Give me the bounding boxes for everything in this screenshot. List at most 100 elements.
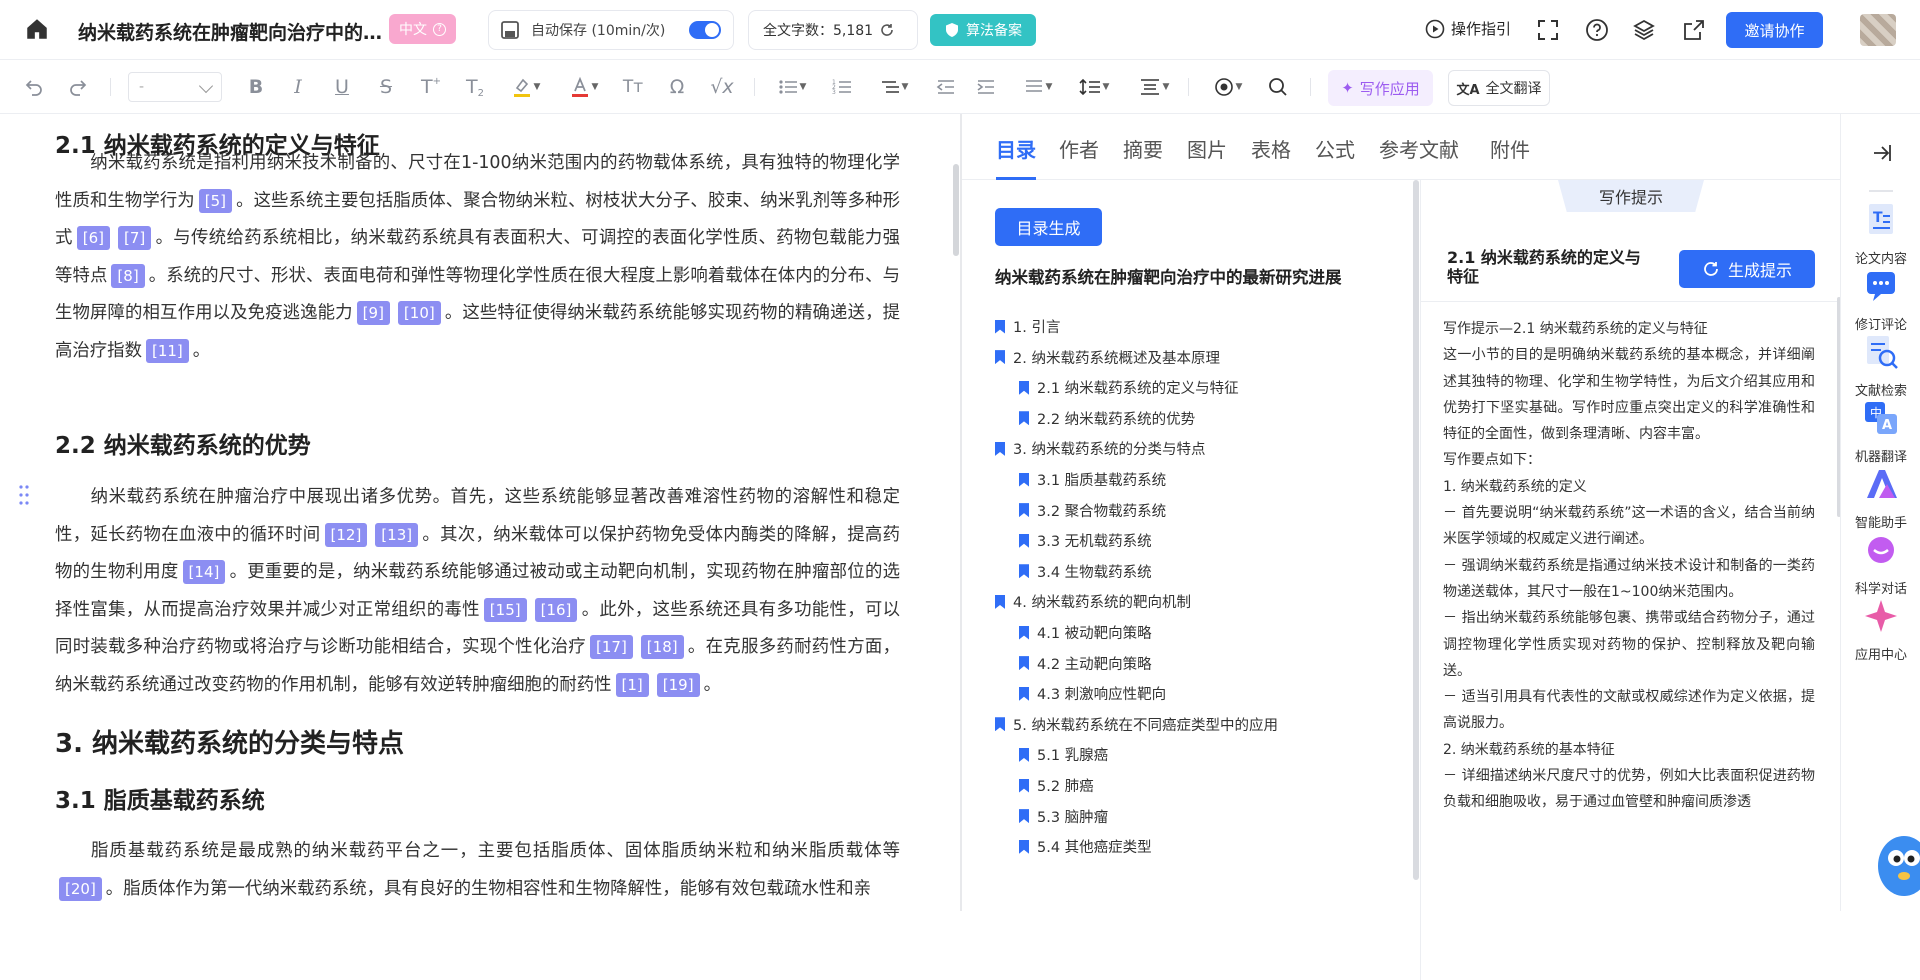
citation-badge[interactable]: [11]	[145, 338, 189, 363]
redo-icon[interactable]	[66, 74, 90, 100]
citation-badge[interactable]: [10]	[397, 301, 441, 325]
algorithm-filing-button[interactable]: 算法备案	[930, 14, 1036, 46]
subscript-icon[interactable]: T2	[462, 74, 488, 100]
rail-item[interactable]: 修订评论	[1841, 266, 1920, 333]
toc-item[interactable]: 1. 引言	[995, 316, 1060, 337]
citation-badge[interactable]: [7]	[117, 226, 152, 250]
paragraph-3-1[interactable]: 脂质基载药系统是最成熟的纳米载药平台之一，主要包括脂质体、固体脂质纳米粒和纳米脂…	[55, 833, 900, 908]
toc-item[interactable]: 3.3 无机载药系统	[1019, 530, 1152, 551]
rail-item[interactable]: 科学对话	[1841, 530, 1920, 597]
toc-scrollbar[interactable]	[1413, 180, 1419, 880]
multilevel-list-icon[interactable]: ▼	[876, 74, 912, 100]
undo-icon[interactable]	[22, 74, 46, 100]
citation-badge[interactable]: [17]	[590, 635, 633, 659]
tab-1[interactable]: 作者	[1059, 134, 1099, 163]
search-icon[interactable]	[1266, 74, 1290, 100]
collapse-panel-icon[interactable]	[1871, 142, 1893, 164]
tab-4[interactable]: 表格	[1251, 134, 1291, 163]
citation-badge[interactable]: [18]	[640, 635, 684, 659]
citation-badge[interactable]: [14]	[182, 560, 226, 584]
line-spacing-icon[interactable]: ▼	[1074, 74, 1114, 100]
toc-item[interactable]: 5.1 乳腺癌	[1019, 744, 1108, 765]
bold-icon[interactable]: B	[244, 74, 268, 100]
citation-badge[interactable]: [9]	[356, 301, 390, 325]
toc-item[interactable]: 3.4 生物载药系统	[1019, 561, 1152, 582]
tab-7[interactable]: 附件	[1490, 134, 1530, 163]
citation-badge[interactable]: [16]	[534, 597, 578, 622]
generate-toc-button[interactable]: 目录生成	[995, 208, 1102, 246]
home-icon[interactable]	[24, 16, 50, 42]
citation-badge[interactable]: [1]	[615, 672, 649, 697]
toc-item[interactable]: 2. 纳米载药系统概述及基本原理	[995, 347, 1220, 368]
tab-3[interactable]: 图片	[1187, 134, 1227, 163]
indent-icon[interactable]	[974, 74, 998, 100]
toc-item[interactable]: 4. 纳米载药系统的靶向机制	[995, 591, 1191, 612]
document-title[interactable]: 纳米载药系统在肿瘤靶向治疗中的…	[78, 18, 382, 45]
generate-hint-button[interactable]: 生成提示	[1679, 250, 1815, 288]
toc-item[interactable]: 2.2 纳米载药系统的优势	[1019, 408, 1195, 429]
share-icon[interactable]	[1682, 18, 1706, 42]
superscript-icon[interactable]: T +	[418, 74, 444, 100]
highlight-icon[interactable]: ▼	[508, 74, 544, 100]
toc-item[interactable]: 3.2 聚合物载药系统	[1019, 500, 1166, 521]
tab-6[interactable]: 参考文献	[1379, 134, 1459, 163]
clear-format-icon[interactable]: Tт	[620, 74, 646, 100]
tab-2[interactable]: 摘要	[1123, 134, 1163, 163]
rail-item[interactable]: 中 A 机器翻译	[1841, 398, 1920, 465]
drag-handle-icon[interactable]	[18, 484, 30, 506]
paragraph-spacing-icon[interactable]: ▼	[1134, 74, 1174, 100]
invite-collaborate-button[interactable]: 邀请协作	[1726, 12, 1823, 48]
toc-item[interactable]: 4.1 被动靶向策略	[1019, 622, 1152, 643]
citation-badge[interactable]: [5]	[198, 188, 233, 213]
formula-icon[interactable]: √x	[708, 74, 736, 100]
refresh-icon[interactable]	[879, 22, 895, 38]
toc-item[interactable]: 3. 纳米载药系统的分类与特点	[995, 438, 1205, 459]
align-icon[interactable]: ▼	[1020, 74, 1056, 100]
full-translate-button[interactable]: 文A 全文翻译	[1448, 70, 1550, 106]
user-avatar[interactable]	[1860, 14, 1896, 46]
citation-badge[interactable]: [20]	[59, 876, 102, 901]
toc-item[interactable]: 2.1 纳米载药系统的定义与特征	[1019, 377, 1239, 398]
tab-0[interactable]: 目录	[996, 134, 1036, 163]
toc-item[interactable]: 5.3 脑肿瘤	[1019, 806, 1108, 827]
autosave-toggle[interactable]	[689, 21, 721, 39]
fullscreen-icon[interactable]	[1536, 18, 1560, 42]
citation-badge[interactable]: [8]	[111, 263, 145, 288]
special-char-icon[interactable]: Ω	[664, 74, 690, 100]
rail-item[interactable]: 智能助手	[1841, 464, 1920, 531]
layers-icon[interactable]	[1632, 18, 1656, 42]
citation-badge[interactable]: [19]	[656, 672, 700, 697]
document-editor[interactable]: 2.1 纳米载药系统的定义与特征 纳米载药系统是指利用纳米技术制备的、尺寸在1-…	[0, 114, 954, 911]
citation-badge[interactable]: [15]	[483, 597, 527, 622]
paragraph-2-1[interactable]: 纳米载药系统是指利用纳米技术制备的、尺寸在1-100纳米范围内的药物载体系统，具…	[55, 145, 900, 370]
italic-icon[interactable]: I	[286, 74, 310, 100]
toc-item[interactable]: 3.1 脂质基载药系统	[1019, 469, 1166, 490]
help-icon[interactable]	[1585, 18, 1609, 42]
outdent-icon[interactable]	[934, 74, 958, 100]
style-icon[interactable]: ▼	[1208, 74, 1248, 100]
editor-scrollbar[interactable]	[953, 164, 959, 256]
citation-badge[interactable]: [12]	[324, 522, 368, 547]
language-badge[interactable]: 中文?	[389, 14, 456, 44]
assistant-mascot-icon[interactable]	[1874, 826, 1920, 906]
bullet-list-icon[interactable]: ▼	[774, 74, 810, 100]
font-color-icon[interactable]: ▼	[566, 74, 602, 100]
citation-badge[interactable]: [6]	[76, 226, 110, 250]
toc-item[interactable]: 5.4 其他癌症类型	[1019, 836, 1152, 857]
operation-guide-button[interactable]: 操作指引	[1425, 18, 1511, 39]
font-select[interactable]: -	[128, 72, 222, 102]
toc-item[interactable]: 5.2 肺癌	[1019, 775, 1094, 796]
toc-item[interactable]: 5. 纳米载药系统在不同癌症类型中的应用	[995, 714, 1278, 735]
citation-badge[interactable]: [13]	[375, 522, 419, 547]
numbered-list-icon[interactable]: 123	[830, 74, 854, 100]
write-app-button[interactable]: ✦ 写作应用	[1328, 70, 1433, 106]
rail-item[interactable]: 文献检索	[1841, 332, 1920, 399]
paragraph-2-2[interactable]: 纳米载药系统在肿瘤治疗中展现出诸多优势。首先，这些系统能够显著改善难溶性药物的溶…	[55, 479, 900, 704]
rail-item[interactable]: 应用中心	[1841, 596, 1920, 663]
rail-item[interactable]: T 论文内容	[1841, 200, 1920, 267]
toc-item[interactable]: 4.2 主动靶向策略	[1019, 653, 1152, 674]
underline-icon[interactable]: U	[330, 74, 354, 100]
tab-5[interactable]: 公式	[1315, 134, 1355, 163]
strikethrough-icon[interactable]: S	[374, 74, 398, 100]
toc-item[interactable]: 4.3 刺激响应性靶向	[1019, 683, 1166, 704]
